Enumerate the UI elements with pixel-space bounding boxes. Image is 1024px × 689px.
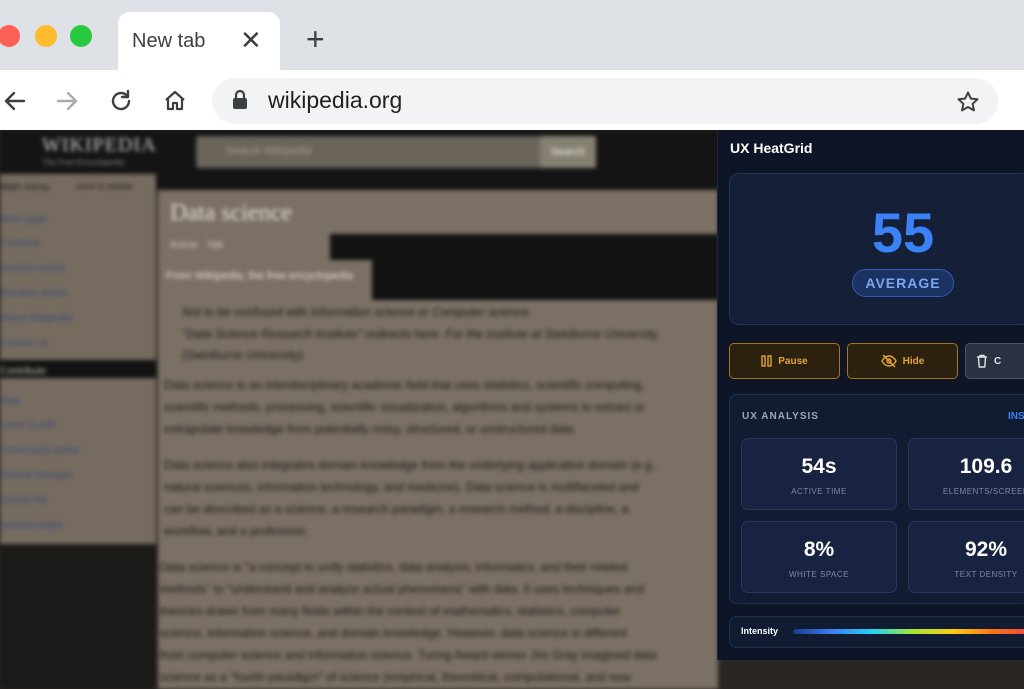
ux-analysis-title: UX ANALYSIS xyxy=(742,411,819,422)
panel-title: UX HeatGrid xyxy=(730,140,813,156)
wiki-sidebar-bottom xyxy=(0,544,156,689)
metric-elements-per-screen: 109.6 ELEMENTS/SCREEN xyxy=(908,438,1024,510)
intensity-legend: Intensity xyxy=(729,616,1024,648)
wiki-text-line: Data science is "a concept to unify stat… xyxy=(160,560,628,574)
home-icon[interactable] xyxy=(160,84,190,118)
wiki-from-line: From Wikipedia, the free encyclopedia xyxy=(166,270,354,282)
score-value: 55 xyxy=(871,201,935,264)
wiki-sidebar-item[interactable]: Main page xyxy=(0,214,47,225)
window-maximize-dot[interactable] xyxy=(70,25,92,47)
wiki-text-line: "Data Science Research Institute" redire… xyxy=(182,327,660,341)
ux-analysis-card: UX ANALYSIS INS 54s ACTIVE TIME 109.6 EL… xyxy=(729,394,1024,604)
browser-tab[interactable]: New tab ✕ xyxy=(118,12,280,70)
back-arrow-icon[interactable] xyxy=(0,84,30,118)
wiki-text-line: Data science also integrates domain know… xyxy=(164,458,659,472)
wiki-text-line: Not to be confused with Information scie… xyxy=(182,305,533,319)
wiki-move-sidebar-button[interactable]: move to sidebar xyxy=(76,182,133,191)
wiki-tagline: The Free Encyclopedia xyxy=(42,158,125,167)
wiki-text-line: extrapolate knowledge from potentially n… xyxy=(164,422,577,436)
forward-arrow-icon[interactable] xyxy=(52,84,82,118)
metric-white-space: 8% WHITE SPACE xyxy=(741,521,897,593)
metric-value: 109.6 xyxy=(959,455,1013,478)
eye-off-icon xyxy=(880,354,897,368)
wiki-text-line: natural sciences, information technology… xyxy=(164,480,639,494)
pause-icon xyxy=(761,355,772,367)
new-tab-button[interactable]: + xyxy=(306,22,325,56)
wiki-sidebar-item[interactable]: About Wikipedia xyxy=(0,313,72,324)
clear-button-label: C xyxy=(994,355,1002,367)
lock-icon xyxy=(232,89,248,115)
insights-link[interactable]: INS xyxy=(1008,411,1024,422)
wiki-tab-talk[interactable]: Talk xyxy=(206,240,224,251)
tab-title: New tab xyxy=(132,30,206,52)
score-rating-badge: AVERAGE xyxy=(852,269,954,297)
wiki-main-menu-label: Main menu xyxy=(0,182,50,193)
metric-label: WHITE SPACE xyxy=(788,570,850,579)
metric-label: ELEMENTS/SCREEN xyxy=(942,487,1024,496)
reload-icon[interactable] xyxy=(106,84,136,118)
wiki-sidebar-item[interactable]: Help xyxy=(0,396,21,407)
wiki-sidebar-item[interactable]: Contents xyxy=(0,238,40,249)
wiki-text-line: can be described as a science, a researc… xyxy=(164,502,629,516)
metric-label: TEXT DENSITY xyxy=(954,570,1018,579)
wiki-text-line: science, information science, and domain… xyxy=(160,626,627,640)
wiki-text-line: methods" to "understand and analyze actu… xyxy=(160,582,644,596)
intensity-gradient-bar xyxy=(793,629,1024,634)
metric-value: 92% xyxy=(964,538,1008,561)
wiki-text-line: theories drawn from many fields within t… xyxy=(160,604,621,618)
metric-active-time: 54s ACTIVE TIME xyxy=(741,438,897,510)
wiki-text-line: scientific methods, processing, scientif… xyxy=(164,400,645,414)
trash-icon xyxy=(977,354,987,368)
wiki-contribute-label: Contribute xyxy=(0,366,47,377)
pause-button-label: Pause xyxy=(778,355,808,367)
wiki-sidebar-item[interactable]: Contact us xyxy=(0,338,48,349)
wiki-sidebar xyxy=(0,174,156,544)
wiki-text-line: Data science is an interdisciplinary aca… xyxy=(164,378,645,392)
metric-text-density: 92% TEXT DENSITY xyxy=(908,521,1024,593)
wiki-dark-block xyxy=(330,234,718,260)
score-card: 55 AVERAGE xyxy=(729,173,1024,325)
tab-strip: New tab ✕ + xyxy=(0,0,1024,70)
wiki-page-title: Data science xyxy=(170,200,292,226)
wiki-sidebar-item[interactable]: Special pages xyxy=(0,520,63,531)
wiki-tab-article[interactable]: Article xyxy=(170,240,198,251)
wiki-sidebar-item[interactable]: Community portal xyxy=(0,445,78,456)
clear-button[interactable]: C xyxy=(965,343,1024,379)
wiki-text-line: science as a "fourth paradigm" of scienc… xyxy=(160,670,631,684)
ux-heatgrid-panel: UX HeatGrid 55 AVERAGE Pause Hide C UX A… xyxy=(717,130,1024,660)
pause-button[interactable]: Pause xyxy=(729,343,840,379)
wiki-sidebar-item[interactable]: Random article xyxy=(0,288,67,299)
metric-value: 54s xyxy=(801,455,837,478)
wiki-search-placeholder: Search Wikipedia xyxy=(226,145,312,157)
metric-label: ACTIVE TIME xyxy=(791,487,847,496)
wiki-sidebar-item[interactable]: Learn to edit xyxy=(0,420,56,431)
window-minimize-dot[interactable] xyxy=(35,25,57,47)
wiki-sidebar-item[interactable]: Recent changes xyxy=(0,470,72,481)
hide-button-label: Hide xyxy=(902,355,925,367)
intensity-label: Intensity xyxy=(741,626,779,636)
hide-button[interactable]: Hide xyxy=(847,343,958,379)
url-text[interactable]: wikipedia.org xyxy=(268,87,402,114)
wiki-sidebar-item[interactable]: Current events xyxy=(0,263,66,274)
window-close-dot[interactable] xyxy=(0,25,20,47)
wiki-text-line: from computer science and information sc… xyxy=(160,648,657,662)
wiki-sidebar-item[interactable]: Upload file xyxy=(0,495,47,506)
wiki-logo[interactable]: WIKIPEDIA xyxy=(42,134,157,157)
wiki-text-line: (Swinburne University). xyxy=(182,348,307,362)
close-icon[interactable]: ✕ xyxy=(240,25,262,55)
wiki-dark-block xyxy=(372,260,718,300)
star-icon[interactable] xyxy=(956,90,980,119)
wiki-text-line: workflow, and a profession. xyxy=(164,524,309,538)
metric-value: 8% xyxy=(803,538,835,561)
wiki-search-button[interactable]: Search xyxy=(540,136,596,168)
